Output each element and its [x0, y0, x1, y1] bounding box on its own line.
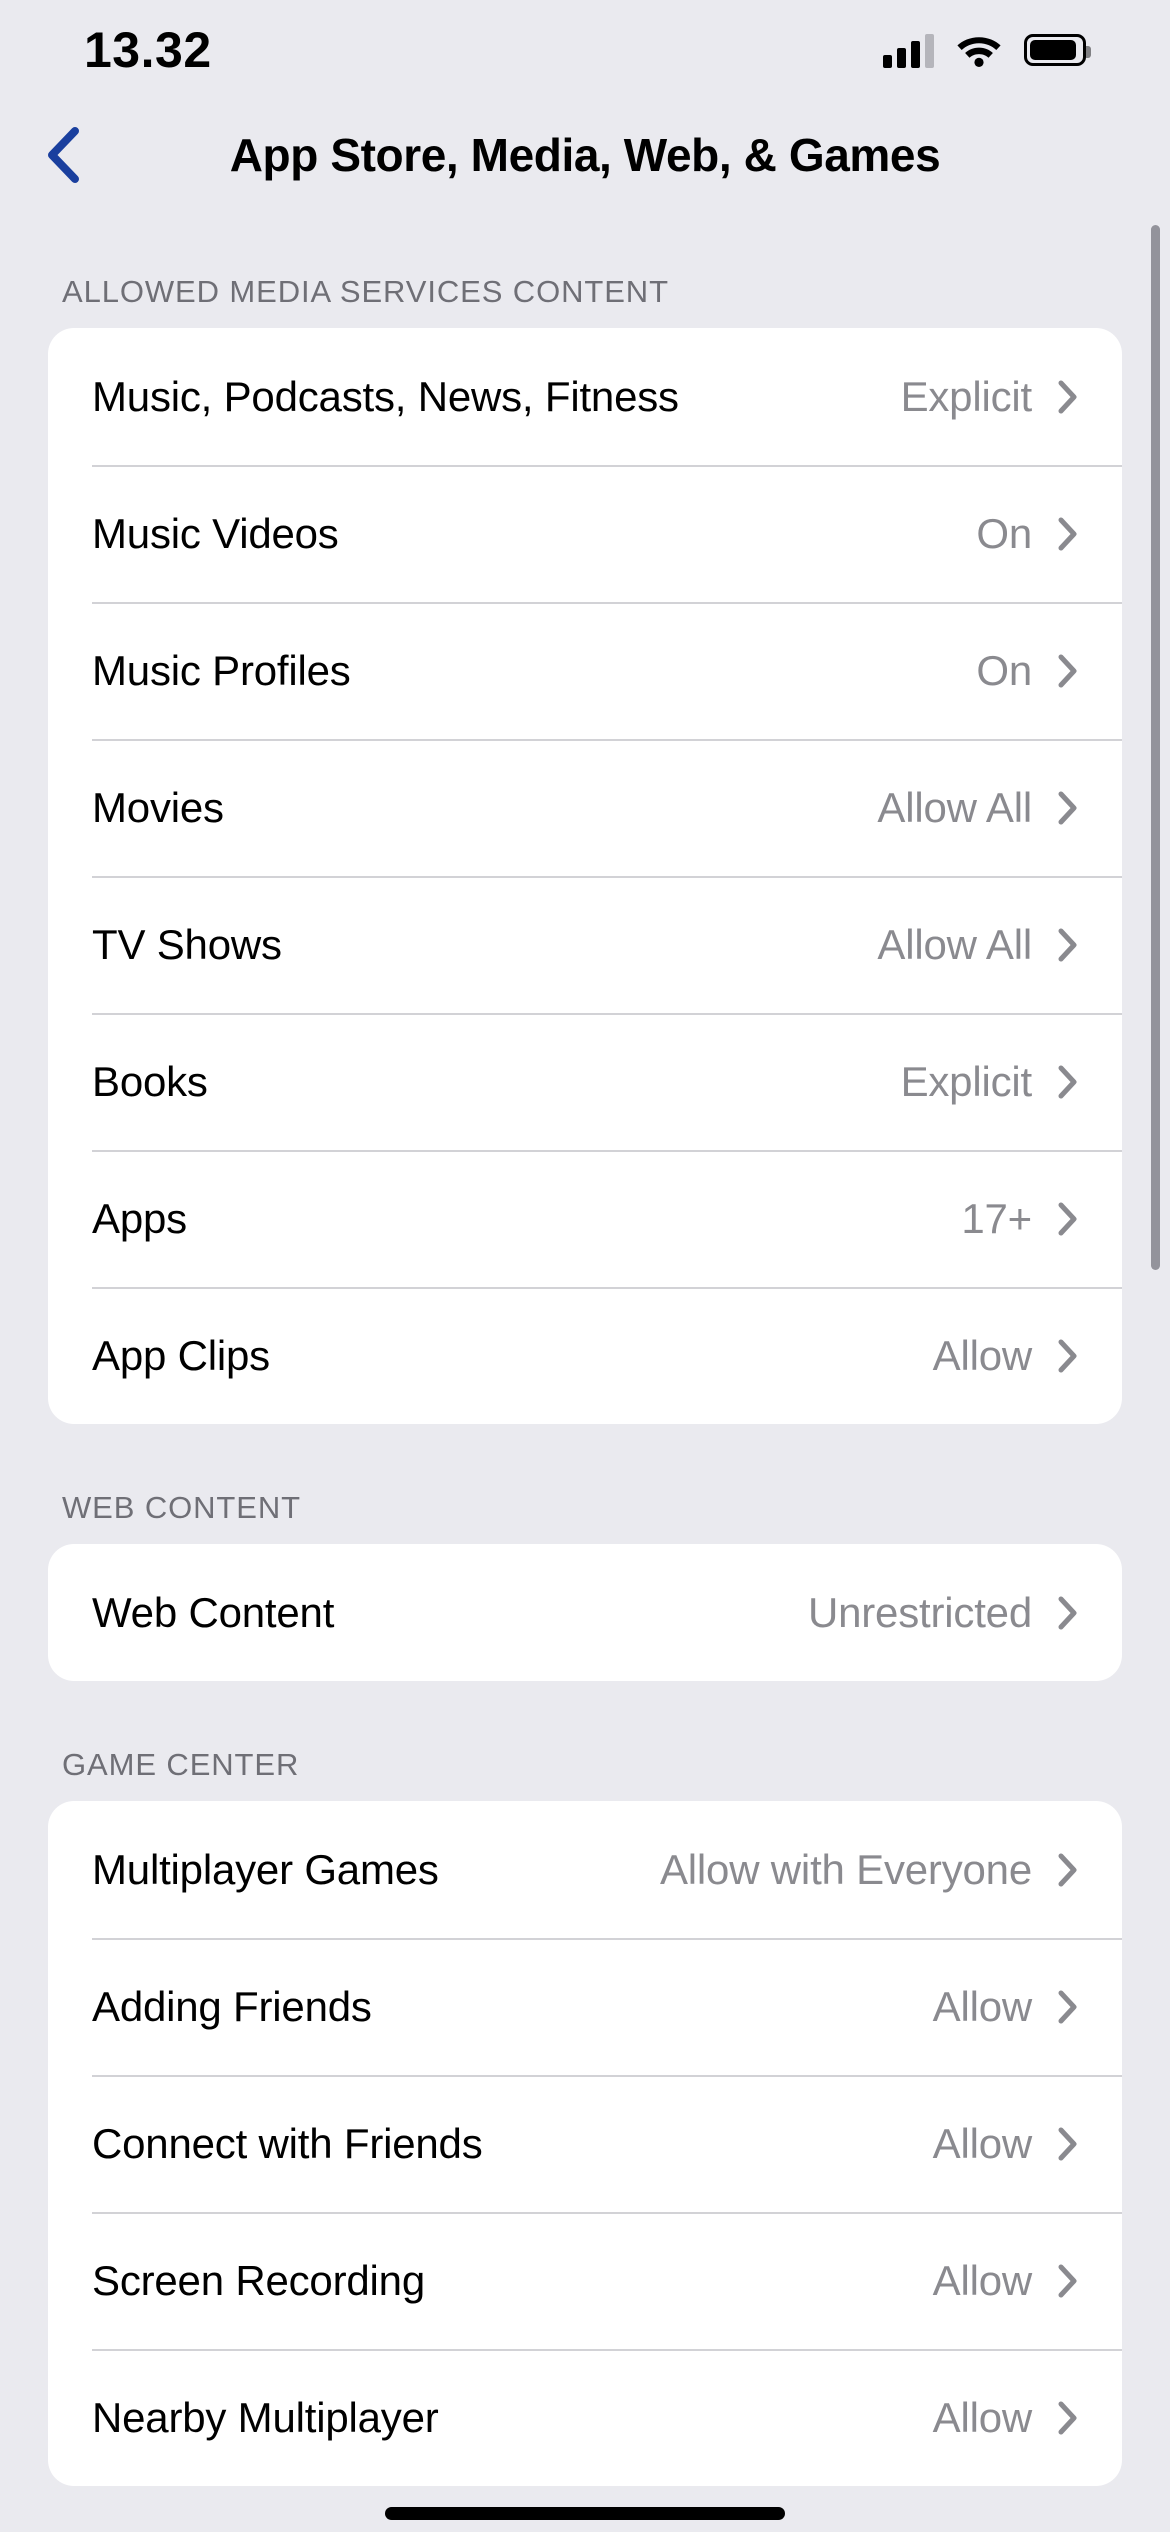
row-value: Allow with Everyone: [659, 1845, 1032, 1893]
chevron-right-icon: [1058, 2401, 1077, 2434]
row-accessory: Allow: [933, 2120, 1078, 2168]
row-value: Allow All: [877, 783, 1032, 831]
row-value: Allow All: [877, 920, 1032, 968]
row-label: Adding Friends: [92, 1982, 372, 2030]
row-label: Movies: [92, 783, 224, 831]
wifi-icon: [957, 37, 1001, 67]
row-accessory: Unrestricted: [808, 1589, 1078, 1637]
row-screen-recording[interactable]: Screen Recording Allow: [48, 2212, 1122, 2349]
status-bar: 13.32: [0, 0, 1170, 100]
row-accessory: Allow: [933, 1332, 1078, 1380]
chevron-right-icon: [1058, 1596, 1077, 1629]
row-movies[interactable]: Movies Allow All: [48, 739, 1122, 876]
row-music-podcasts-news-fitness[interactable]: Music, Podcasts, News, Fitness Explicit: [48, 328, 1122, 465]
row-value: Allow: [932, 2256, 1033, 2304]
chevron-right-icon: [1058, 654, 1077, 687]
row-label: Web Content: [92, 1588, 335, 1636]
row-value: Unrestricted: [807, 1588, 1032, 1636]
row-value: Explicit: [900, 1057, 1033, 1105]
row-label: Nearby Multiplayer: [92, 2393, 439, 2441]
page-title: App Store, Media, Web, & Games: [229, 129, 941, 181]
row-accessory: Allow: [933, 2394, 1078, 2442]
row-nearby-multiplayer[interactable]: Nearby Multiplayer Allow: [48, 2349, 1122, 2486]
chevron-right-icon: [1058, 2264, 1077, 2297]
row-books[interactable]: Books Explicit: [48, 1013, 1122, 1150]
row-label: Multiplayer Games: [92, 1845, 439, 1893]
row-accessory: Allow: [933, 1983, 1078, 2031]
chevron-left-icon: [48, 127, 79, 183]
home-indicator[interactable]: [385, 2507, 785, 2520]
row-value: 17+: [961, 1194, 1032, 1242]
row-accessory: On: [976, 647, 1078, 695]
chevron-right-icon: [1058, 517, 1077, 550]
row-accessory: Allow: [933, 2257, 1078, 2305]
settings-screen: 13.32 App Store, Media, Web, & Games ALL…: [0, 0, 1170, 2532]
row-value: Allow: [932, 1331, 1033, 1379]
row-web-content[interactable]: Web Content Unrestricted: [48, 1544, 1122, 1681]
section-header-web-content: WEB CONTENT: [62, 1490, 301, 1525]
row-label: Music Videos: [92, 509, 339, 557]
chevron-right-icon: [1058, 1339, 1077, 1372]
row-label: Music Profiles: [92, 646, 351, 694]
row-label: Books: [92, 1057, 208, 1105]
row-value: Explicit: [900, 372, 1033, 420]
chevron-right-icon: [1058, 2127, 1077, 2160]
row-label: TV Shows: [92, 920, 282, 968]
battery-icon: [1024, 34, 1091, 66]
row-accessory: Explicit: [901, 1058, 1078, 1106]
row-value: Allow: [932, 2119, 1033, 2167]
section-card-game-center: Multiplayer Games Allow with Everyone Ad…: [48, 1801, 1122, 2486]
scroll-indicator[interactable]: [1151, 225, 1160, 1270]
row-adding-friends[interactable]: Adding Friends Allow: [48, 1938, 1122, 2075]
row-connect-with-friends[interactable]: Connect with Friends Allow: [48, 2075, 1122, 2212]
chevron-right-icon: [1058, 380, 1077, 413]
chevron-right-icon: [1058, 1065, 1077, 1098]
row-accessory: 17+: [961, 1195, 1078, 1243]
row-multiplayer-games[interactable]: Multiplayer Games Allow with Everyone: [48, 1801, 1122, 1938]
cellular-signal-icon: [883, 32, 934, 68]
row-app-clips[interactable]: App Clips Allow: [48, 1287, 1122, 1424]
chevron-right-icon: [1058, 1990, 1077, 2023]
row-accessory: Allow All: [877, 921, 1078, 969]
row-value: Allow: [932, 2393, 1033, 2441]
navigation-bar: App Store, Media, Web, & Games: [0, 100, 1170, 210]
row-label: Apps: [92, 1194, 187, 1242]
chevron-right-icon: [1058, 1853, 1077, 1886]
back-button[interactable]: [18, 100, 108, 210]
chevron-right-icon: [1058, 928, 1077, 961]
row-value: On: [976, 509, 1032, 557]
row-accessory: On: [976, 510, 1078, 558]
section-header-game-center: GAME CENTER: [62, 1747, 300, 1782]
row-accessory: Explicit: [901, 373, 1078, 421]
row-label: App Clips: [92, 1331, 270, 1379]
row-tv-shows[interactable]: TV Shows Allow All: [48, 876, 1122, 1013]
row-label: Music, Podcasts, News, Fitness: [92, 372, 679, 420]
row-music-profiles[interactable]: Music Profiles On: [48, 602, 1122, 739]
row-label: Screen Recording: [92, 2256, 425, 2304]
row-music-videos[interactable]: Music Videos On: [48, 465, 1122, 602]
settings-list[interactable]: ALLOWED MEDIA SERVICES CONTENT Music, Po…: [0, 210, 1170, 2532]
row-value: Allow: [932, 1982, 1033, 2030]
chevron-right-icon: [1058, 791, 1077, 824]
row-apps[interactable]: Apps 17+: [48, 1150, 1122, 1287]
row-accessory: Allow with Everyone: [660, 1846, 1078, 1894]
row-value: On: [976, 646, 1032, 694]
section-card-allowed-media-services-content: Music, Podcasts, News, Fitness Explicit …: [48, 328, 1122, 1424]
section-card-web-content: Web Content Unrestricted: [48, 1544, 1122, 1681]
chevron-right-icon: [1058, 1202, 1077, 1235]
row-label: Connect with Friends: [92, 2119, 483, 2167]
row-accessory: Allow All: [877, 784, 1078, 832]
section-header-allowed-media-services-content: ALLOWED MEDIA SERVICES CONTENT: [62, 274, 669, 309]
status-indicators: [883, 32, 1091, 68]
status-time: 13.32: [84, 22, 212, 78]
